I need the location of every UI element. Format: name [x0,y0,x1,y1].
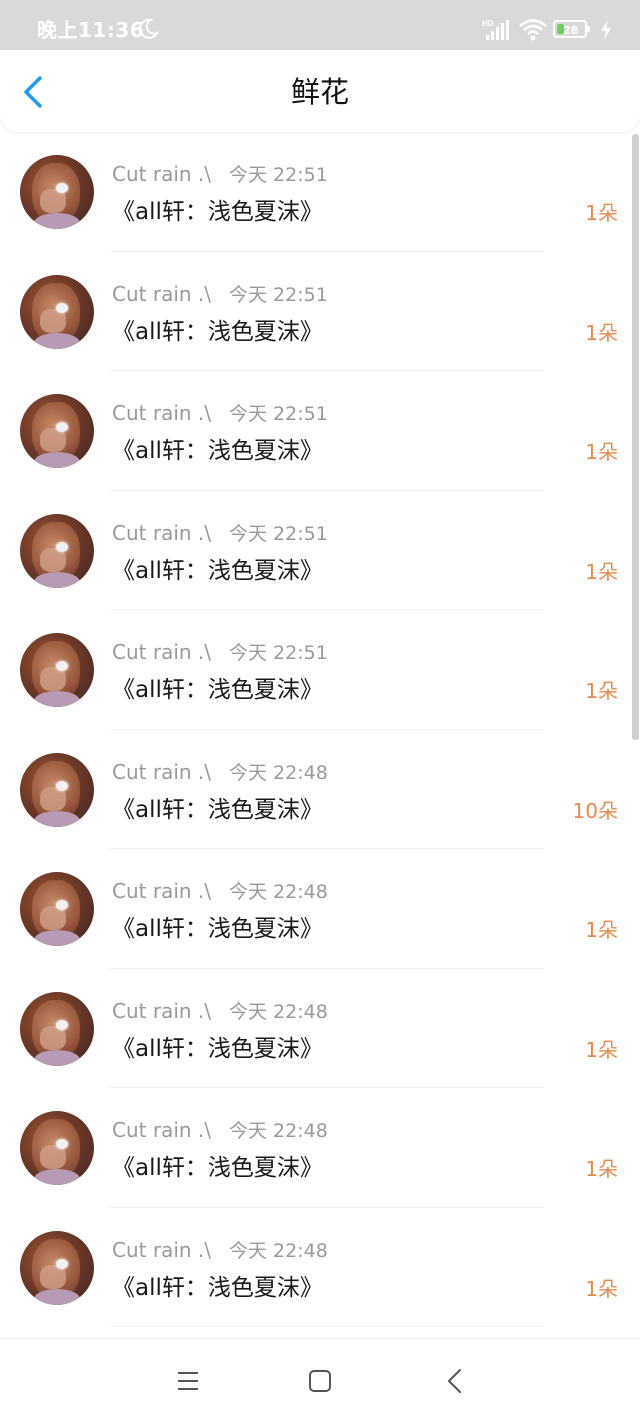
user-name: Cut rain .\ [112,1118,212,1142]
list-item[interactable]: Cut rain .\ 今天 22:51 《all轩：浅色夏沫》 1朵 [0,371,640,491]
flower-count: 1朵 [585,559,618,584]
book-title: 《all轩：浅色夏沫》 [112,199,323,225]
item-meta: Cut rain .\ 今天 22:48 [112,997,328,1026]
gift-time: 今天 22:48 [229,761,328,784]
book-title: 《all轩：浅色夏沫》 [112,1035,323,1062]
gift-time: 今天 22:48 [229,881,328,903]
home-button[interactable] [305,1366,335,1396]
gift-time: 今天 22:48 [229,1000,328,1023]
list-item[interactable]: Cut rain .\ 今天 22:51 《all轩：浅色夏沫》 1朵 [0,610,640,730]
avatar[interactable] [20,513,94,588]
status-bar: 晚上11:36 HD 28 [0,0,640,50]
item-meta: Cut rain .\ 今天 22:51 [112,280,328,309]
battery-level: 28 [563,24,579,37]
gift-time: 今天 22:51 [229,522,328,545]
avatar[interactable] [20,633,94,707]
battery-icon: 28 [553,20,591,40]
user-name: Cut rain .\ [112,520,212,545]
avatar[interactable] [20,1111,94,1185]
page-title: 鲜花 [290,75,349,109]
flower-count: 1朵 [585,320,618,345]
user-name: Cut rain .\ [112,998,212,1023]
back-triangle-icon [448,1369,461,1393]
avatar[interactable] [20,991,94,1066]
book-title: 《all轩：浅色夏沫》 [112,677,323,703]
book-title: 《all轩：浅色夏沫》 [112,318,323,345]
list-item[interactable]: Cut rain .\ 今天 22:51 《all轩：浅色夏沫》 1朵 [0,490,640,610]
list-item[interactable]: Cut rain .\ 今天 22:48 《all轩：浅色夏沫》 1朵 [0,1088,640,1208]
gift-time: 今天 22:51 [229,164,328,186]
status-time: 晚上11:36 [37,18,145,42]
avatar[interactable] [20,752,94,827]
item-meta: Cut rain .\ 今天 22:51 [112,160,328,189]
user-name: Cut rain .\ [112,1237,212,1262]
book-title: 《all轩：浅色夏沫》 [112,1274,323,1301]
menu-icon [178,1372,198,1390]
user-name: Cut rain .\ [112,401,212,425]
item-meta: Cut rain .\ 今天 22:51 [112,638,328,667]
gift-time: 今天 22:51 [229,403,328,425]
book-title: 《all轩：浅色夏沫》 [112,438,323,464]
list-item[interactable]: Cut rain .\ 今天 22:48 《all轩：浅色夏沫》 1朵 [0,849,640,969]
item-meta: Cut rain .\ 今天 22:48 [112,758,328,787]
hd-signal-icon: HD [482,19,509,40]
list-item[interactable]: Cut rain .\ 今天 22:48 《all轩：浅色夏沫》 10朵 [0,729,640,849]
menu-button[interactable] [173,1366,203,1396]
header: 鲜花 [0,50,640,132]
flower-count: 10朵 [572,798,618,823]
book-title: 《all轩：浅色夏沫》 [112,1155,323,1181]
list-item[interactable]: Cut rain .\ 今天 22:51 《all轩：浅色夏沫》 1朵 [0,132,640,252]
avatar[interactable] [20,155,94,229]
system-back-button[interactable] [440,1366,470,1396]
flower-gift-list: Cut rain .\ 今天 22:51 《all轩：浅色夏沫》 1朵 Cut r… [0,132,640,1338]
avatar[interactable] [20,872,94,946]
flower-count: 1朵 [585,1037,618,1062]
item-meta: Cut rain .\ 今天 22:48 [112,1236,328,1265]
list-item[interactable]: Cut rain .\ 今天 22:48 《all轩：浅色夏沫》 1朵 [0,1207,640,1327]
gift-time: 今天 22:51 [229,283,328,306]
book-title: 《all轩：浅色夏沫》 [112,557,323,584]
avatar[interactable] [20,1230,94,1305]
gift-time: 今天 22:48 [229,1120,328,1142]
avatar[interactable] [20,274,94,349]
item-meta: Cut rain .\ 今天 22:51 [112,399,328,428]
user-name: Cut rain .\ [112,879,212,903]
home-square-icon [309,1370,331,1392]
gift-time: 今天 22:48 [229,1239,328,1262]
navigation-bar [0,1338,640,1422]
moon-icon [139,18,159,39]
flower-count: 1朵 [585,679,618,703]
user-name: Cut rain .\ [112,162,212,186]
item-meta: Cut rain .\ 今天 22:51 [112,519,328,548]
list-item[interactable]: Cut rain .\ 今天 22:51 《all轩：浅色夏沫》 1朵 [0,251,640,371]
charging-icon [601,20,611,40]
svg-text:HD: HD [482,19,494,28]
user-name: Cut rain .\ [112,281,212,306]
flower-count: 1朵 [585,201,618,225]
book-title: 《all轩：浅色夏沫》 [112,916,323,942]
flower-count: 1朵 [585,1157,618,1181]
wifi-icon [519,19,547,41]
user-name: Cut rain .\ [112,759,212,784]
flower-count: 1朵 [585,440,618,464]
item-meta: Cut rain .\ 今天 22:48 [112,1116,328,1145]
avatar[interactable] [20,394,94,468]
scrollbar[interactable] [632,134,639,740]
user-name: Cut rain .\ [112,640,212,664]
flower-count: 1朵 [585,1276,618,1301]
book-title: 《all轩：浅色夏沫》 [112,796,323,823]
item-meta: Cut rain .\ 今天 22:48 [112,877,328,906]
list-item[interactable]: Cut rain .\ 今天 22:48 《all轩：浅色夏沫》 1朵 [0,968,640,1088]
gift-time: 今天 22:51 [229,642,328,664]
flower-count: 1朵 [585,918,618,942]
